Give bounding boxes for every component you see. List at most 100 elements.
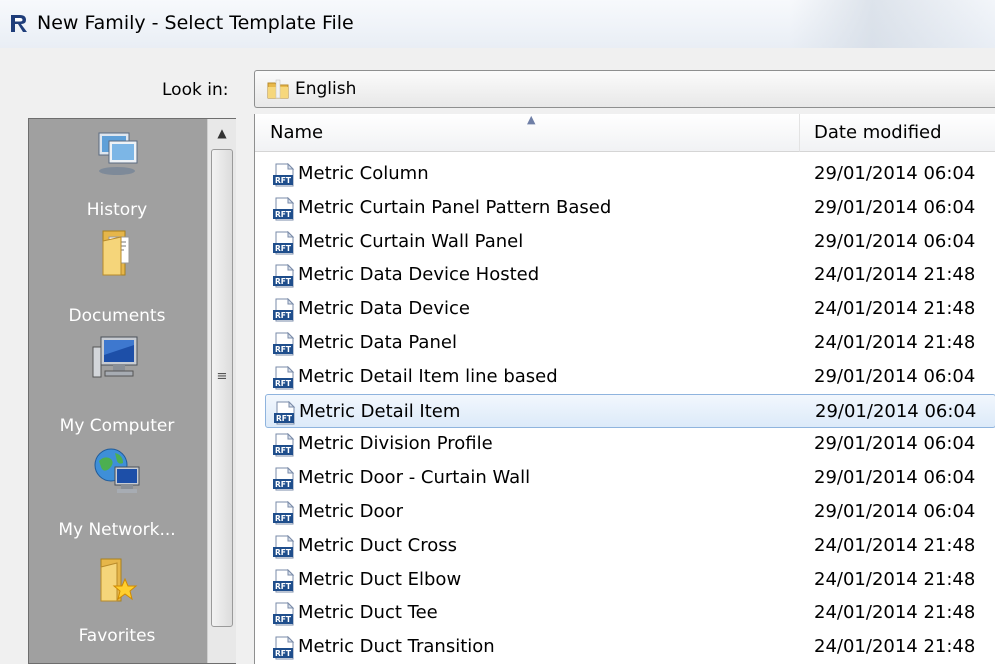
file-list: Name ▲ Date modified RFT Metric Column 29/… bbox=[254, 114, 995, 664]
rft-icon-label: RFT bbox=[275, 176, 292, 185]
file-row[interactable]: RFT Metric Curtain Panel Pattern Based 29/… bbox=[255, 191, 995, 225]
rft-icon-label: RFT bbox=[275, 244, 292, 253]
rft-icon-label: RFT bbox=[275, 548, 292, 557]
place-history[interactable]: History bbox=[29, 121, 205, 229]
file-name: Metric Data Panel bbox=[298, 332, 457, 353]
history-icon bbox=[98, 132, 138, 175]
rft-file-icon: RFT bbox=[273, 163, 295, 187]
places-scrollbar[interactable]: ▲ ≡ bbox=[207, 119, 236, 663]
rft-file-icon: RFT bbox=[273, 264, 295, 288]
place-favorites[interactable]: Favorites bbox=[29, 549, 205, 659]
place-label: My Network... bbox=[58, 520, 176, 540]
look-in-value: English bbox=[295, 79, 357, 99]
file-row[interactable]: RFT Metric Door 29/01/2014 06:04 bbox=[255, 495, 995, 529]
place-my-network[interactable]: My Network... bbox=[29, 441, 205, 549]
network-globe-icon bbox=[94, 448, 140, 493]
file-name: Metric Data Device Hosted bbox=[298, 264, 540, 285]
file-date-modified: 24/01/2014 21:48 bbox=[814, 535, 976, 556]
file-date-modified: 24/01/2014 21:48 bbox=[814, 569, 976, 590]
file-name: Metric Duct Tee bbox=[298, 602, 438, 623]
sort-ascending-icon: ▲ bbox=[527, 113, 536, 126]
file-date-modified: 24/01/2014 21:48 bbox=[814, 332, 976, 353]
file-date-modified: 29/01/2014 06:04 bbox=[814, 197, 976, 218]
file-date-modified: 24/01/2014 21:48 bbox=[814, 264, 976, 285]
file-row[interactable]: RFT Metric Door - Curtain Wall 29/01/2014 … bbox=[255, 461, 995, 495]
rft-file-icon: RFT bbox=[273, 636, 295, 660]
file-name: Metric Data Device bbox=[298, 298, 470, 319]
rft-icon-label: RFT bbox=[275, 582, 292, 591]
file-name: Metric Duct Transition bbox=[298, 636, 495, 657]
rft-icon-label: RFT bbox=[276, 414, 293, 423]
file-name: Metric Detail Item bbox=[299, 401, 461, 422]
file-name: Metric Door bbox=[298, 501, 403, 522]
rft-icon-label: RFT bbox=[275, 514, 292, 523]
file-name: Metric Curtain Wall Panel bbox=[298, 231, 524, 252]
file-row[interactable]: RFT Metric Duct Tee 24/01/2014 21:48 bbox=[255, 596, 995, 630]
look-in-label: Look in: bbox=[162, 80, 229, 100]
file-row-selected[interactable]: RFT Metric Detail Item 29/01/2014 06:04 bbox=[265, 394, 995, 428]
file-row[interactable]: RFT Metric Data Panel 24/01/2014 21:48 bbox=[255, 326, 995, 360]
rft-icon-label: RFT bbox=[275, 311, 292, 320]
file-date-modified: 29/01/2014 06:04 bbox=[814, 501, 976, 522]
rft-file-icon: RFT bbox=[273, 535, 295, 559]
rft-icon-label: RFT bbox=[275, 277, 292, 286]
file-row[interactable]: RFT Metric Duct Elbow 24/01/2014 21:48 bbox=[255, 563, 995, 597]
revit-logo-icon bbox=[11, 15, 27, 32]
place-label: Documents bbox=[68, 306, 166, 326]
file-row[interactable]: RFT Metric Duct Transition 24/01/2014 21:4… bbox=[255, 630, 995, 664]
rft-file-icon: RFT bbox=[273, 467, 295, 491]
rft-icon-label: RFT bbox=[275, 379, 292, 388]
rft-icon-label: RFT bbox=[275, 480, 292, 489]
file-date-modified: 29/01/2014 06:04 bbox=[815, 401, 977, 422]
file-date-modified: 24/01/2014 21:48 bbox=[814, 602, 976, 623]
places-bar: History Documents My Computer My Network… bbox=[28, 118, 236, 664]
rft-icon-label: RFT bbox=[275, 345, 292, 354]
column-header-name[interactable]: Name ▲ bbox=[255, 114, 800, 152]
window-title: New Family - Select Template File bbox=[37, 12, 354, 34]
file-date-modified: 29/01/2014 06:04 bbox=[814, 467, 976, 488]
title-bar[interactable]: New Family - Select Template File bbox=[0, 0, 995, 49]
rft-icon-label: RFT bbox=[275, 210, 292, 219]
file-row[interactable]: RFT Metric Data Device Hosted 24/01/2014 2… bbox=[255, 258, 995, 292]
rft-file-icon: RFT bbox=[273, 602, 295, 626]
place-documents[interactable]: Documents bbox=[29, 227, 205, 333]
file-name: Metric Duct Cross bbox=[298, 535, 457, 556]
file-row[interactable]: RFT Metric Detail Item line based 29/01/20… bbox=[255, 360, 995, 394]
folder-icon bbox=[267, 79, 289, 99]
file-date-modified: 29/01/2014 06:04 bbox=[814, 163, 976, 184]
scrollbar-thumb[interactable]: ≡ bbox=[211, 149, 233, 627]
file-name: Metric Detail Item line based bbox=[298, 366, 558, 387]
rft-file-icon: RFT bbox=[273, 231, 295, 255]
rft-file-icon: RFT bbox=[273, 332, 295, 356]
place-label: My Computer bbox=[59, 416, 175, 436]
place-my-computer[interactable]: My Computer bbox=[29, 333, 205, 441]
file-row[interactable]: RFT Metric Duct Cross 24/01/2014 21:48 bbox=[255, 529, 995, 563]
file-row[interactable]: RFT Metric Column 29/01/2014 06:04 bbox=[255, 157, 995, 191]
documents-folder-icon bbox=[102, 230, 130, 276]
rft-icon-label: RFT bbox=[275, 649, 292, 658]
scrollbar-grip-icon: ≡ bbox=[216, 369, 228, 384]
file-name: Metric Column bbox=[298, 163, 429, 184]
file-row[interactable]: RFT Metric Division Profile 29/01/2014 06:… bbox=[255, 427, 995, 461]
file-name: Metric Curtain Panel Pattern Based bbox=[298, 197, 612, 218]
file-name: Metric Duct Elbow bbox=[298, 569, 462, 590]
scroll-up-arrow-icon[interactable]: ▲ bbox=[208, 119, 236, 147]
file-name: Metric Door - Curtain Wall bbox=[298, 467, 531, 488]
file-date-modified: 24/01/2014 21:48 bbox=[814, 298, 976, 319]
look-in-dropdown[interactable]: English bbox=[254, 70, 995, 108]
rft-file-icon: RFT bbox=[273, 197, 295, 221]
file-row[interactable]: RFT Metric Data Device 24/01/2014 21:48 bbox=[255, 292, 995, 326]
computer-icon bbox=[92, 336, 138, 378]
column-header-date-modified[interactable]: Date modified bbox=[800, 114, 995, 152]
rft-file-icon: RFT bbox=[273, 501, 295, 525]
rft-file-icon: RFT bbox=[273, 569, 295, 593]
title-bar-controls-area bbox=[790, 0, 995, 48]
rft-icon-label: RFT bbox=[275, 615, 292, 624]
file-name: Metric Division Profile bbox=[298, 433, 493, 454]
file-row[interactable]: RFT Metric Curtain Wall Panel 29/01/2014 0… bbox=[255, 225, 995, 259]
rft-file-icon: RFT bbox=[274, 401, 296, 425]
file-date-modified: 24/01/2014 21:48 bbox=[814, 636, 976, 657]
rft-file-icon: RFT bbox=[273, 298, 295, 322]
place-label: Favorites bbox=[78, 626, 156, 646]
favorites-folder-icon bbox=[100, 558, 138, 602]
